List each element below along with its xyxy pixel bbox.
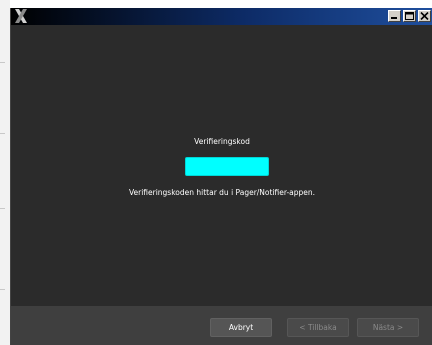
next-button[interactable]: Nästa > <box>357 318 419 337</box>
back-button[interactable]: < Tillbaka <box>287 318 349 337</box>
cancel-button[interactable]: Avbryt <box>210 318 272 337</box>
close-icon <box>420 12 429 20</box>
verification-code-label: Verifieringskod <box>194 137 250 146</box>
edge-tick <box>0 208 5 209</box>
button-bar: Avbryt < Tillbaka Nästa > <box>11 306 432 345</box>
dialog-window: Verifieringskod Verifieringskoden hittar… <box>10 8 432 345</box>
dialog-content: Verifieringskod Verifieringskoden hittar… <box>11 25 432 306</box>
minimize-icon <box>391 17 397 19</box>
background-edge <box>0 0 10 345</box>
x-logo-icon <box>14 8 30 24</box>
edge-tick <box>0 62 5 63</box>
verification-code-input[interactable] <box>185 157 269 176</box>
close-button[interactable] <box>418 10 431 22</box>
title-bar[interactable] <box>11 8 432 25</box>
edge-tick <box>0 289 5 290</box>
verification-hint: Verifieringskoden hittar du i Pager/Noti… <box>128 188 316 197</box>
maximize-button[interactable] <box>403 10 416 22</box>
edge-tick <box>0 133 5 134</box>
minimize-button[interactable] <box>388 10 401 22</box>
maximize-icon <box>405 12 414 20</box>
